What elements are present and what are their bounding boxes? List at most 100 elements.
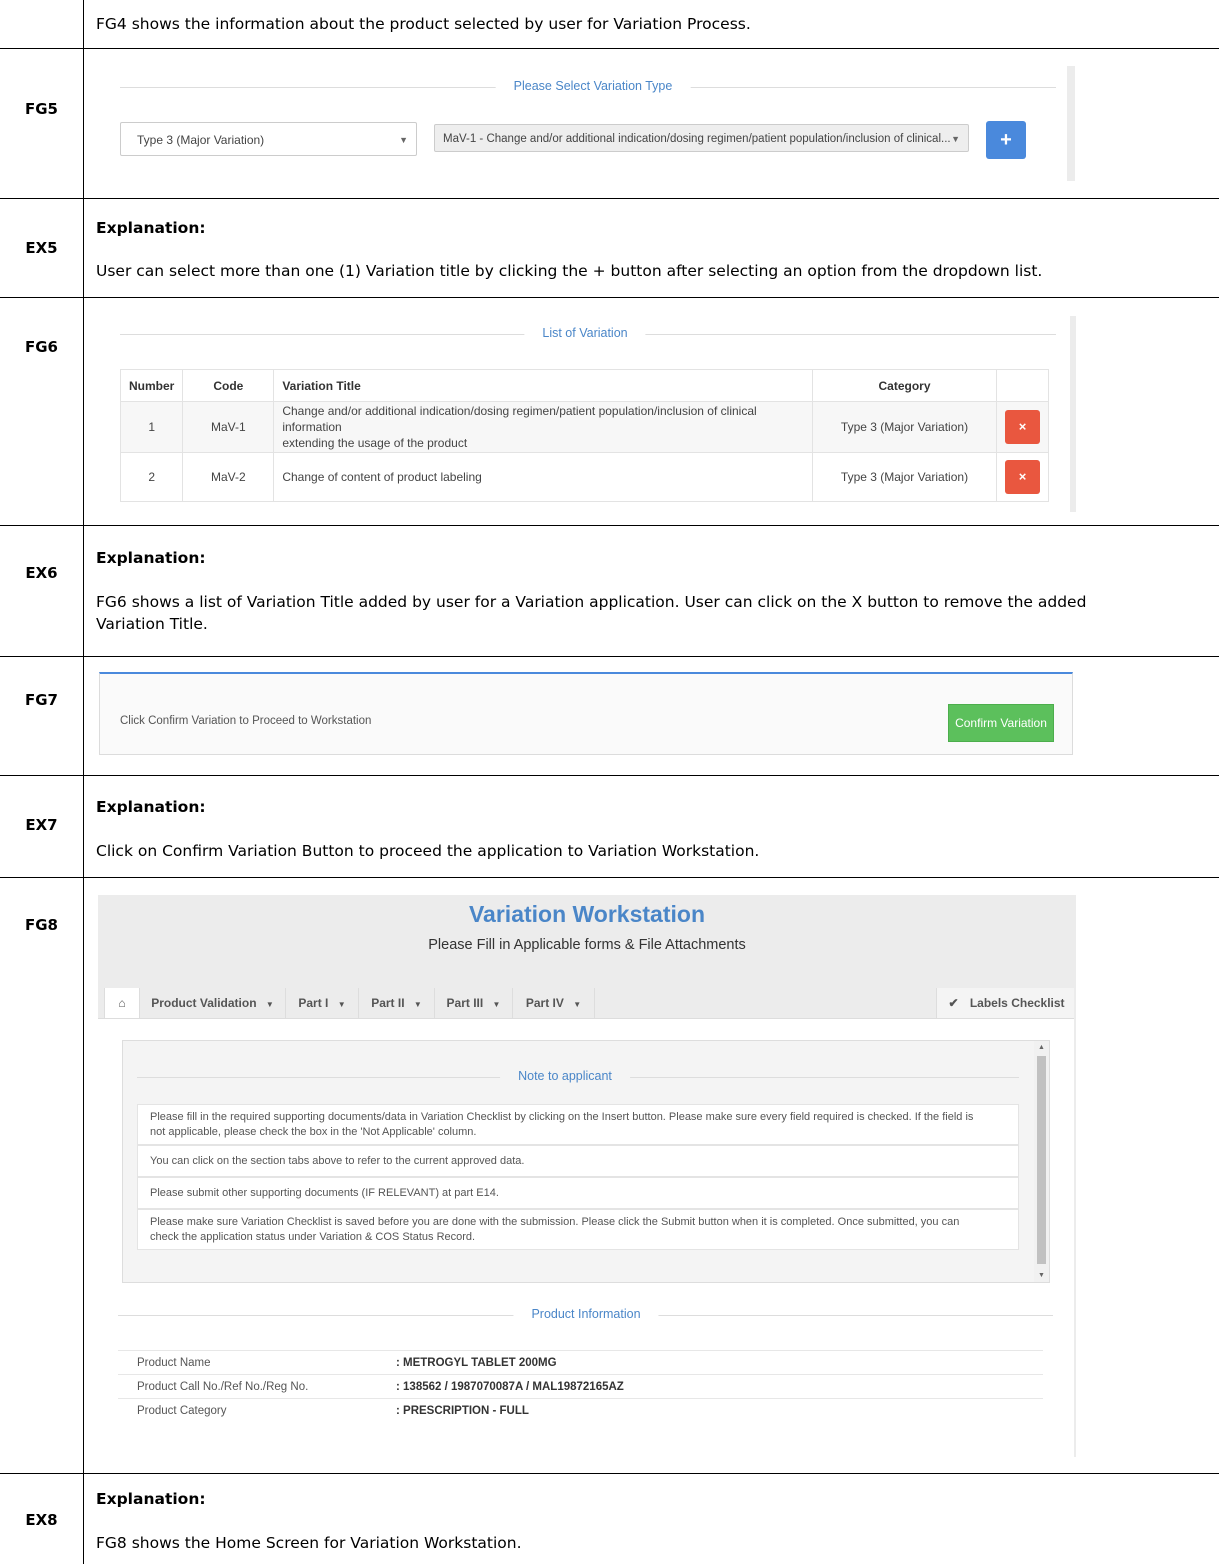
cell-title-line: extending the usage of the product (282, 436, 468, 450)
tab-part-3[interactable]: Part III ▼ (435, 988, 513, 1018)
table-row: 1 MaV-1 Change and/or additional indicat… (119, 401, 1049, 453)
panel-edge (1074, 988, 1076, 1457)
cell-category: Type 3 (Major Variation) (812, 452, 997, 502)
workstation-screen: Variation Workstation Please Fill in App… (98, 895, 1076, 1457)
row-label: FG6 (25, 338, 58, 356)
cell-title-line: Change and/or additional indication/dosi… (282, 404, 757, 434)
tab-part-4[interactable]: Part IV ▼ (513, 988, 595, 1018)
tab-label: Part I (298, 996, 329, 1010)
legend-title: Note to applicant (500, 1069, 630, 1083)
column-header: Number (119, 369, 184, 402)
explanation-heading: Explanation: (96, 549, 206, 567)
chevron-down-icon: ▼ (399, 135, 408, 145)
chevron-down-icon: ▼ (265, 1000, 274, 1009)
cell-title-line: Change of content of product labeling (282, 470, 482, 484)
product-info-value: : METROGYL TABLET 200MG (396, 1357, 557, 1369)
row-fg4: FG4 shows the information about the prod… (0, 0, 1219, 49)
page-subtitle: Please Fill in Applicable forms & File A… (428, 937, 746, 953)
note-panel: Note to applicant Please fill in the req… (122, 1040, 1050, 1283)
confirm-panel: Click Confirm Variation to Proceed to Wo… (99, 672, 1073, 755)
panel-edge (1067, 66, 1075, 181)
row-ex8: EX8 Explanation: FG8 shows the Home Scre… (0, 1474, 1219, 1564)
variation-title-select[interactable]: MaV-1 - Change and/or additional indicat… (434, 124, 969, 152)
variation-type-select-value: Type 3 (Major Variation) (137, 133, 265, 147)
column-header-actions (996, 369, 1049, 402)
remove-variation-button[interactable]: × (1005, 460, 1040, 494)
note-item: Please make sure Variation Checklist is … (137, 1209, 1019, 1250)
explanation-line: FG6 shows a list of Variation Title adde… (96, 593, 1087, 611)
product-info-value: : PRESCRIPTION - FULL (396, 1405, 529, 1417)
cell-number: 2 (119, 452, 184, 502)
product-info-key: Product Call No./Ref No./Reg No. (137, 1381, 309, 1393)
product-info-key: Product Category (137, 1405, 227, 1417)
workstation-tabs: ⌂ Product Validation ▼ Part I ▼ Part II … (98, 988, 1076, 1019)
column-header: Variation Title (273, 369, 813, 402)
explanation-heading: Explanation: (96, 1490, 206, 1508)
product-info-row: Product Call No./Ref No./Reg No. : 13856… (118, 1374, 1043, 1399)
document-table: FG4 shows the information about the prod… (0, 0, 1219, 1564)
row-label: EX8 (25, 1511, 58, 1529)
row-ex7: EX7 Explanation: Click on Confirm Variat… (0, 776, 1219, 878)
tab-part-2[interactable]: Part II ▼ (359, 988, 435, 1018)
row-label: FG8 (25, 916, 58, 934)
tab-label: Part III (446, 996, 484, 1010)
scroll-up-icon[interactable]: ▲ (1038, 1044, 1045, 1051)
cell-code: MaV-1 (182, 401, 275, 453)
explanation-text: FG6 shows a list of Variation Title adde… (96, 591, 1209, 635)
cell-category: Type 3 (Major Variation) (812, 401, 997, 453)
labels-checklist-label: Labels Checklist (969, 996, 1065, 1010)
remove-variation-button[interactable]: × (1005, 410, 1040, 444)
cell-actions: × (996, 401, 1049, 453)
tab-home[interactable]: ⌂ (104, 988, 140, 1018)
tab-product-validation[interactable]: Product Validation ▼ (140, 988, 286, 1018)
variation-table: Number Code Variation Title Category 1 M… (119, 369, 1049, 502)
product-info-key: Product Name (137, 1357, 211, 1369)
note-line: You can click on the section tabs above … (150, 1154, 525, 1167)
note-item: Please fill in the required supporting d… (137, 1104, 1019, 1145)
page-title: Variation Workstation (468, 901, 705, 927)
workstation-header: Variation Workstation Please Fill in App… (98, 895, 1076, 988)
fg4-text: FG4 shows the information about the prod… (96, 15, 751, 33)
add-variation-button[interactable]: + (986, 121, 1026, 159)
confirm-variation-button[interactable]: Confirm Variation (948, 704, 1054, 742)
tab-part-1[interactable]: Part I ▼ (286, 988, 359, 1018)
product-info-row: Product Name : METROGYL TABLET 200MG (118, 1350, 1043, 1375)
product-info-row: Product Category : PRESCRIPTION - FULL (118, 1398, 1043, 1423)
panel-edge (1070, 316, 1076, 512)
note-line: Please submit other supporting documents… (150, 1186, 499, 1199)
cell-code: MaV-2 (182, 452, 275, 502)
tab-label: Part II (371, 996, 405, 1010)
note-scrollbar[interactable]: ▲ ▼ (1034, 1041, 1049, 1282)
confirm-instruction: Click Confirm Variation to Proceed to Wo… (120, 715, 372, 727)
variation-list-panel: List of Variation Number Code Variation … (100, 316, 1076, 512)
explanation-line: Variation Title. (96, 615, 208, 633)
legend-title: Product Information (513, 1307, 659, 1321)
chevron-down-icon: ▼ (573, 1000, 582, 1009)
row-fg5: FG5 Please Select Variation Type Type 3 … (0, 49, 1219, 199)
labels-checklist-button[interactable]: ✔ Labels Checklist (936, 988, 1076, 1018)
note-item: Please submit other supporting documents… (137, 1177, 1019, 1209)
column-header: Category (812, 369, 997, 402)
tab-label: Part IV (525, 996, 564, 1010)
chevron-down-icon: ▼ (337, 1000, 346, 1009)
row-label: FG7 (25, 691, 58, 709)
row-fg8: FG8 Variation Workstation Please Fill in… (0, 878, 1219, 1474)
cell-actions: × (996, 452, 1049, 502)
home-icon: ⌂ (118, 996, 126, 1010)
scroll-thumb[interactable] (1037, 1056, 1046, 1264)
note-item: You can click on the section tabs above … (137, 1145, 1019, 1177)
row-label: EX6 (25, 564, 58, 582)
row-label: EX7 (25, 816, 58, 834)
explanation-heading: Explanation: (96, 798, 206, 816)
chevron-down-icon: ▼ (951, 134, 960, 144)
explanation-text: FG8 shows the Home Screen for Variation … (96, 1534, 522, 1552)
variation-type-select[interactable]: Type 3 (Major Variation) ▼ (120, 122, 417, 156)
row-ex5: EX5 Explanation: User can select more th… (0, 199, 1219, 298)
explanation-heading: Explanation: (96, 219, 206, 237)
scroll-down-icon[interactable]: ▼ (1038, 1272, 1045, 1279)
row-fg7: FG7 Click Confirm Variation to Proceed t… (0, 657, 1219, 776)
explanation-text: User can select more than one (1) Variat… (96, 262, 1043, 280)
row-ex6: EX6 Explanation: FG6 shows a list of Var… (0, 526, 1219, 657)
legend-title: Please Select Variation Type (495, 79, 691, 93)
column-header: Code (182, 369, 275, 402)
